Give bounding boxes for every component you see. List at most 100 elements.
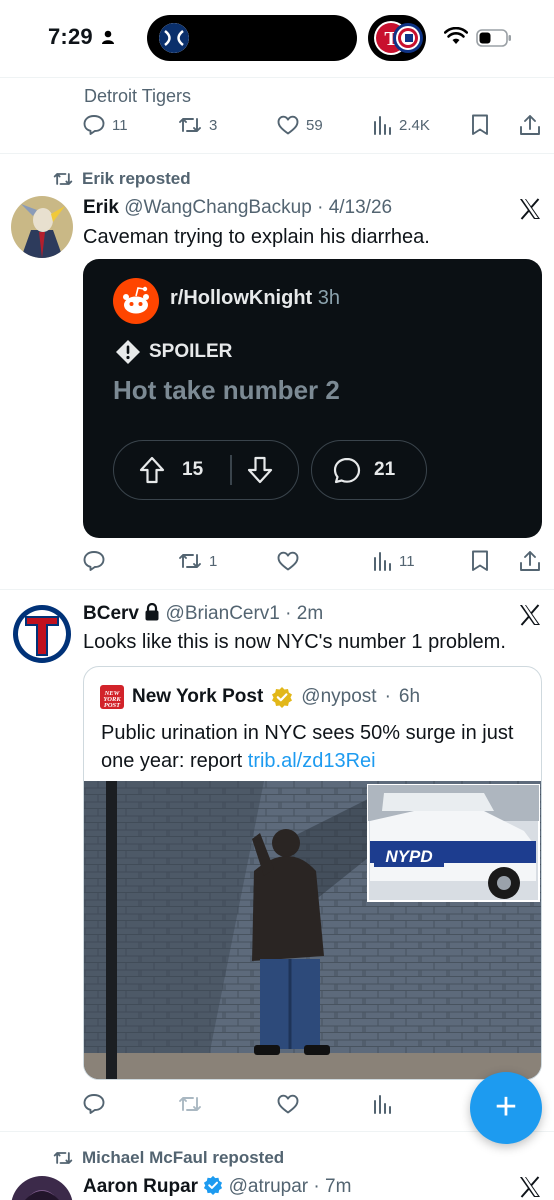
reply-button[interactable]: 11 (82, 112, 128, 138)
comment-pill: 21 (311, 440, 427, 500)
upvote-icon (139, 456, 165, 484)
repost-count: 3 (209, 116, 218, 134)
like-button[interactable]: 59 (276, 112, 323, 138)
reddit-logo-icon (113, 278, 159, 324)
repost-icon (179, 118, 201, 132)
author-name[interactable]: Erik (83, 197, 119, 218)
bookmark-icon (472, 114, 488, 135)
tweet-time[interactable]: 7m (325, 1176, 351, 1197)
views-count: 2.4K (399, 116, 430, 134)
reddit-media-card[interactable]: r/HollowKnight 3h SPOILER Hot take numbe… (83, 259, 542, 538)
quote-author-handle: @nypost (301, 686, 377, 707)
spoiler-label: SPOILER (149, 341, 233, 362)
verified-badge-icon (204, 1175, 223, 1195)
spoiler-icon (116, 340, 140, 364)
heart-icon (277, 551, 299, 571)
reply-count: 11 (112, 116, 128, 134)
repost-indicator[interactable]: Michael McFaul reposted (52, 1148, 284, 1168)
quote-link[interactable]: trib.al/zd13Rei (248, 750, 376, 772)
bookmark-button[interactable] (470, 112, 490, 138)
upvote-count: 15 (182, 459, 204, 480)
reply-icon (83, 1094, 105, 1114)
x-logo-icon[interactable] (518, 1175, 542, 1199)
repost-icon (179, 554, 201, 568)
reply-icon (83, 551, 105, 571)
repost-button[interactable]: 3 (177, 112, 217, 138)
author-name[interactable]: Aaron Rupar (83, 1176, 198, 1197)
previous-tweet-text: Detroit Tigers (84, 86, 192, 106)
bookmark-button[interactable] (470, 548, 490, 574)
svg-text:POST: POST (104, 702, 121, 709)
verified-gold-badge-icon (272, 687, 293, 708)
vote-pill: 15 (113, 440, 299, 500)
comment-count: 21 (374, 459, 396, 480)
downvote-icon (247, 456, 273, 484)
battery-icon (476, 29, 511, 47)
comment-icon (333, 457, 361, 484)
status-time: 7:29 (48, 24, 93, 49)
lock-icon (145, 602, 159, 621)
share-icon (520, 551, 540, 571)
bookmark-icon (472, 550, 488, 571)
quote-time: 6h (398, 686, 421, 707)
status-bar: 7:29 T (0, 0, 554, 78)
heart-icon (277, 115, 299, 135)
like-count: 59 (306, 116, 323, 134)
share-icon (520, 115, 540, 135)
share-button[interactable] (519, 112, 541, 138)
views-button[interactable]: 2.4K (373, 112, 430, 138)
author-handle[interactable]: @atrupar (229, 1176, 309, 1197)
avatar[interactable] (11, 1176, 73, 1200)
mets-logo-icon (159, 23, 189, 53)
share-button[interactable] (519, 548, 541, 574)
tweet-divider (0, 589, 554, 590)
repost-count: 1 (209, 552, 218, 570)
news-photo[interactable]: NYPD (84, 781, 542, 1080)
reply-button[interactable] (82, 548, 106, 574)
author-handle[interactable]: @WangChangBackup (124, 197, 312, 218)
tweet-header: Aaron Rupar @atrupar · 7m (83, 1175, 352, 1197)
views-icon (374, 1095, 391, 1114)
live-activity-badge: T (368, 15, 426, 61)
like-button[interactable] (276, 1091, 300, 1117)
tweet-actions: 1 11 (82, 548, 540, 574)
compose-plus-label: + (494, 1086, 518, 1128)
tweet-time[interactable]: 2m (297, 603, 323, 624)
x-logo-icon[interactable] (518, 603, 542, 627)
reply-icon (83, 115, 105, 135)
reddit-post-title: Hot take number 2 (113, 375, 340, 405)
repost-label: Erik reposted (82, 169, 191, 188)
subreddit-name: r/HollowKnight 3h (170, 287, 340, 310)
repost-icon (53, 1152, 73, 1164)
repost-button[interactable]: 1 (177, 548, 217, 574)
nypost-logo-icon: NEWYORKPOST (100, 685, 124, 709)
repost-indicator[interactable]: Erik reposted (52, 169, 191, 189)
quote-author-name: New York Post (132, 686, 264, 707)
author-handle[interactable]: @BrianCerv1 (166, 603, 280, 624)
author-name[interactable]: BCerv (83, 603, 139, 624)
person-icon (102, 30, 114, 44)
views-button[interactable] (373, 1091, 393, 1117)
views-button[interactable]: 11 (373, 548, 415, 574)
avatar[interactable] (11, 603, 73, 665)
tweet-header: BCerv @BrianCerv1 · 2m (83, 602, 324, 624)
tweet-text: Caveman trying to explain his diarrhea. (83, 226, 430, 248)
like-button[interactable] (276, 548, 300, 574)
x-logo-icon[interactable] (518, 197, 542, 221)
repost-icon (179, 1097, 201, 1111)
quote-tweet-card[interactable]: NEW YORK POST New York Post @nypost · 6h Pub… (83, 666, 542, 1080)
avatar[interactable] (11, 196, 73, 258)
repost-button[interactable] (177, 1091, 203, 1117)
tweet-actions: 11 3 59 2.4K (82, 112, 540, 138)
quote-header: NEW YORK POST New York Post @nypost · 6h (100, 685, 420, 709)
views-icon (374, 552, 391, 571)
tweet-time[interactable]: 4/13/26 (329, 197, 392, 218)
reply-button[interactable] (82, 1091, 106, 1117)
tweet-text: Looks like this is now NYC's number 1 pr… (83, 631, 506, 653)
quote-text: Public urination in NYC sees 50% surge i… (101, 719, 531, 775)
tweet-header: Erik @WangChangBackup · 4/13/26 (83, 197, 393, 218)
tweet-divider (0, 1131, 554, 1132)
photo-inset-label: NYPD (385, 847, 432, 866)
compose-button[interactable]: + (470, 1072, 542, 1144)
repost-icon (53, 173, 73, 185)
